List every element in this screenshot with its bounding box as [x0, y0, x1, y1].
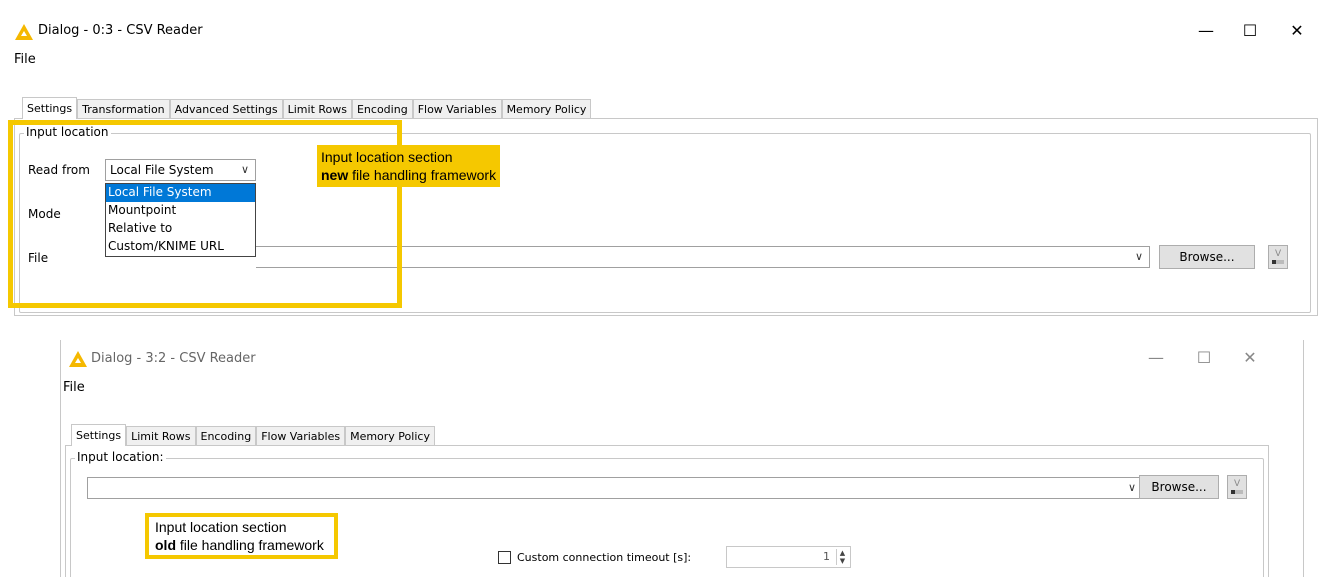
- timeout-spinner[interactable]: 1 ▲ ▼: [726, 546, 851, 568]
- tab-limit-rows[interactable]: Limit Rows: [282, 99, 352, 119]
- tab-settings[interactable]: Settings: [22, 97, 78, 119]
- minimize-icon[interactable]: —: [1146, 348, 1166, 368]
- tab-settings[interactable]: Settings: [71, 424, 127, 446]
- option-custom-knime-url[interactable]: Custom/KNIME URL: [106, 238, 255, 256]
- tab-memory-policy[interactable]: Memory Policy: [501, 99, 592, 119]
- window-title: Dialog - 3:2 - CSV Reader: [91, 351, 256, 366]
- csv-reader-dialog-old: Dialog - 3:2 - CSV Reader — ☐ ✕ File Set…: [60, 340, 1304, 577]
- tab-flow-variables[interactable]: Flow Variables: [412, 99, 502, 119]
- annotation-label-new: Input location section new file handling…: [317, 145, 501, 187]
- tab-transformation[interactable]: Transformation: [77, 99, 170, 119]
- flow-variable-button[interactable]: V: [1227, 475, 1247, 499]
- spinner-arrows-icon[interactable]: ▲ ▼: [836, 549, 848, 565]
- tab-encoding[interactable]: Encoding: [195, 426, 257, 446]
- title-bar: Dialog - 0:3 - CSV Reader — ☐ ✕: [0, 0, 1328, 40]
- csv-reader-dialog-new: Dialog - 0:3 - CSV Reader — ☐ ✕ File Set…: [0, 0, 1328, 316]
- option-mountpoint[interactable]: Mountpoint: [106, 202, 255, 220]
- flow-variable-icon: V: [1272, 249, 1284, 264]
- flow-variable-button[interactable]: V: [1268, 245, 1288, 269]
- menu-file[interactable]: File: [14, 52, 36, 67]
- browse-button[interactable]: Browse...: [1139, 475, 1219, 499]
- flow-variable-icon: V: [1231, 479, 1243, 494]
- tab-flow-variables[interactable]: Flow Variables: [256, 426, 346, 446]
- browse-button[interactable]: Browse...: [1159, 245, 1255, 269]
- timeout-value: 1: [823, 550, 830, 563]
- tab-bar: Settings Transformation Advanced Setting…: [22, 97, 592, 119]
- maximize-icon[interactable]: ☐: [1194, 348, 1214, 368]
- minimize-icon[interactable]: —: [1196, 21, 1216, 41]
- read-from-dropdown: Local File System Mountpoint Relative to…: [105, 183, 256, 257]
- knime-logo-icon: [15, 24, 33, 40]
- knime-logo-icon: [69, 351, 87, 367]
- tab-bar: Settings Limit Rows Encoding Flow Variab…: [71, 424, 435, 446]
- menu-file[interactable]: File: [63, 380, 85, 395]
- tab-memory-policy[interactable]: Memory Policy: [345, 426, 435, 446]
- svg-text:V: V: [1275, 249, 1282, 259]
- svg-text:V: V: [1234, 479, 1241, 489]
- tab-advanced-settings[interactable]: Advanced Settings: [169, 99, 283, 119]
- chevron-down-icon: ∨: [1127, 481, 1136, 494]
- custom-timeout-checkbox[interactable]: [498, 551, 511, 564]
- tab-limit-rows[interactable]: Limit Rows: [126, 426, 196, 446]
- close-icon[interactable]: ✕: [1287, 21, 1307, 41]
- file-path-combo[interactable]: ∨: [87, 477, 1143, 499]
- close-icon[interactable]: ✕: [1240, 348, 1260, 368]
- tab-encoding[interactable]: Encoding: [351, 99, 413, 119]
- annotation-label-old: Input location section old file handling…: [145, 513, 338, 559]
- maximize-icon[interactable]: ☐: [1240, 21, 1260, 41]
- window-title: Dialog - 0:3 - CSV Reader: [38, 23, 203, 38]
- option-relative-to[interactable]: Relative to: [106, 220, 255, 238]
- option-local-file-system[interactable]: Local File System: [106, 184, 255, 202]
- group-title: Input location:: [75, 450, 166, 464]
- chevron-down-icon: ∨: [1134, 250, 1143, 263]
- custom-timeout-label: Custom connection timeout [s]:: [517, 551, 692, 564]
- title-bar: Dialog - 3:2 - CSV Reader — ☐ ✕: [61, 340, 1303, 370]
